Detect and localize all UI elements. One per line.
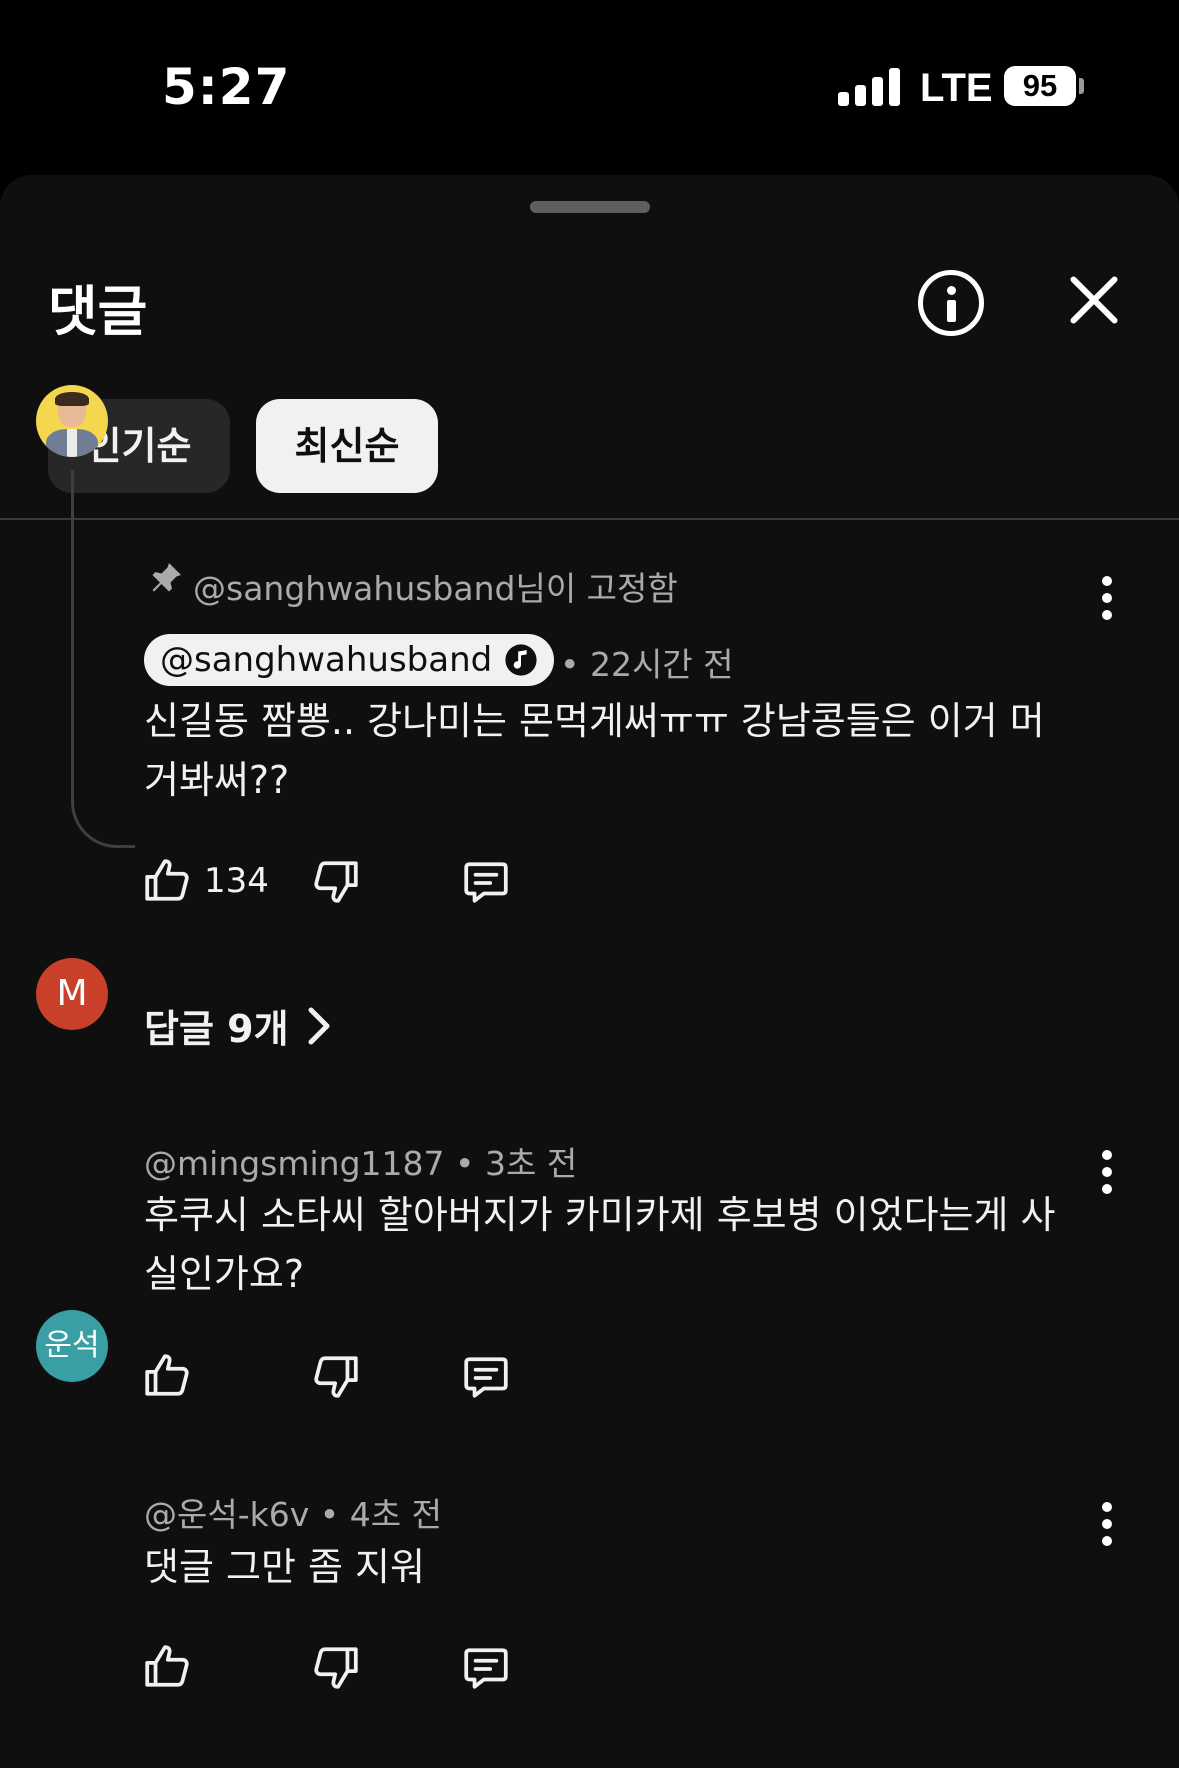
avatar[interactable]: 운석	[36, 1310, 108, 1382]
comment-text: 댓글 그만 좀 지워	[144, 1538, 1084, 1597]
thumbs-down-icon[interactable]	[311, 1352, 361, 1402]
sheet-grabber[interactable]	[530, 201, 650, 213]
comment-text-line: 거봐써??	[144, 758, 290, 802]
comment-text-line: 댓글 그만 좀 지워	[144, 1545, 425, 1589]
sheet-title: 댓글	[48, 280, 148, 343]
thumbs-down-icon[interactable]	[311, 857, 361, 907]
battery-tip	[1079, 78, 1084, 94]
comment-time: • 3초 전	[455, 1144, 578, 1183]
signal-icon	[838, 68, 900, 106]
comment-time: • 4초 전	[319, 1495, 442, 1534]
reply-icon[interactable]	[461, 1643, 511, 1693]
comment-header: @mingsming1187 • 3초 전	[144, 1137, 577, 1185]
avatar[interactable]	[36, 385, 108, 457]
status-time: 5:27	[162, 58, 291, 116]
info-icon[interactable]	[918, 270, 984, 336]
comment-header: @운석-k6v • 4초 전	[144, 1488, 442, 1536]
comment-text: 후쿠시 소타씨 할아버지가 카미카제 후보병 이었다는게 사 실인가요?	[144, 1186, 1084, 1304]
status-bar: 5:27 LTE 95	[0, 0, 1179, 175]
sort-chip-newest[interactable]: 최신순	[256, 399, 438, 493]
author-badge[interactable]: @sanghwahusband	[144, 634, 555, 686]
replies-label: 답글 9개	[144, 1007, 289, 1051]
reply-thread-line	[71, 470, 135, 848]
author-name: @sanghwahusband	[160, 640, 493, 680]
close-icon[interactable]	[1068, 275, 1120, 327]
reply-icon[interactable]	[461, 1352, 511, 1402]
thumbs-up-icon[interactable]	[142, 855, 192, 905]
thumbs-down-icon[interactable]	[311, 1643, 361, 1693]
comment-text-line: 후쿠시 소타씨 할아버지가 카미카제 후보병 이었다는게 사	[144, 1193, 1056, 1237]
comment-time: • 22시간 전	[560, 645, 734, 684]
author-name[interactable]: @운석-k6v	[144, 1495, 309, 1534]
author-name[interactable]: @mingsming1187	[144, 1144, 445, 1183]
pin-icon	[152, 563, 181, 592]
divider	[0, 518, 1179, 520]
reply-icon[interactable]	[461, 857, 511, 907]
pinned-label: @sanghwahusband님이 고정함	[193, 569, 678, 608]
battery-icon: 95	[1004, 66, 1076, 106]
comment-text-line: 신길동 짬뽕.. 강나미는 몬먹게써ㅠㅠ 강남콩들은 이거 머	[144, 699, 1045, 743]
chevron-right-icon	[308, 1007, 330, 1044]
more-vert-icon[interactable]	[1097, 1502, 1117, 1546]
view-replies-link[interactable]: 답글 9개	[144, 998, 335, 1053]
more-vert-icon[interactable]	[1097, 576, 1117, 620]
like-count: 134	[204, 861, 269, 901]
more-vert-icon[interactable]	[1097, 1150, 1117, 1194]
thumbs-up-icon[interactable]	[142, 1641, 192, 1691]
comment-text: 신길동 짬뽕.. 강나미는 몬먹게써ㅠㅠ 강남콩들은 이거 머 거봐써??	[144, 692, 1084, 810]
network-label: LTE	[920, 66, 993, 110]
comment-text-line: 실인가요?	[144, 1252, 305, 1296]
thumbs-up-icon[interactable]	[142, 1350, 192, 1400]
avatar[interactable]: M	[36, 958, 108, 1030]
music-note-icon	[505, 644, 537, 676]
